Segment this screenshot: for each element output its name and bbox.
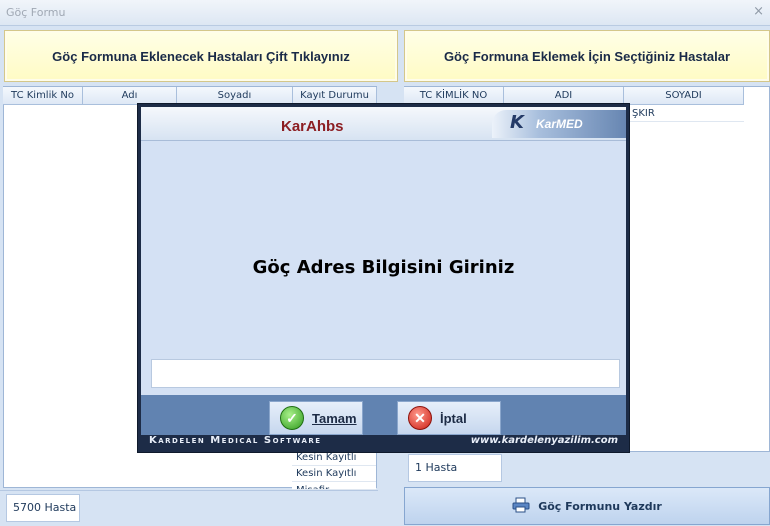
dialog-message: Göç Adres Bilgisini Giriniz [252,257,515,278]
close-icon[interactable]: × [753,4,764,19]
print-form-label: Göç Formunu Yazdır [538,499,662,513]
col-soyadi[interactable]: SOYADI [624,87,744,104]
print-form-button[interactable]: Göç Formunu Yazdır [404,487,770,525]
left-header-button[interactable]: Göç Formuna Eklenecek Hastaları Çift Tık… [4,30,398,82]
dialog-button-bar: ✓ Tamam ✕ İptal [141,395,626,437]
col-soyadi[interactable]: Soyadı [177,87,293,104]
ok-button[interactable]: ✓ Tamam [269,401,363,435]
address-input[interactable] [151,359,620,388]
right-patient-count: 1 Hasta [408,454,502,482]
dialog-header: KarAhbs K KarMED [141,107,626,141]
footer-company: Kardelen Medical Software [149,435,322,446]
window-titlebar: Göç Formu × [0,0,770,26]
dialog-title: KarAhbs [281,118,344,135]
col-kayit-durumu[interactable]: Kayıt Durumu [293,87,377,104]
right-grid-cell[interactable]: ŞKIR [624,106,744,122]
dialog-footer: Kardelen Medical Software www.kardelenya… [141,435,626,449]
left-patient-count: 5700 Hasta [6,494,80,522]
x-circle-icon: ✕ [408,406,432,430]
cancel-button[interactable]: ✕ İptal [397,401,501,435]
karmed-logo: K KarMED [492,110,626,138]
window-title: Göç Formu [6,6,66,19]
address-dialog: KarAhbs K KarMED Göç Adres Bilgisini Gir… [137,103,630,453]
ok-label: Tamam [312,410,357,426]
col-adi[interactable]: Adı [83,87,177,104]
check-circle-icon: ✓ [280,406,304,430]
footer-website: www.kardelenyazilim.com [470,435,618,446]
cancel-label: İptal [440,410,467,426]
printer-icon [512,497,530,516]
col-adi[interactable]: ADI [504,87,624,104]
col-tc-kimlik-no[interactable]: TC Kimlik No [3,87,83,104]
left-grid-cell[interactable]: Misafir [292,482,376,490]
right-header-button[interactable]: Göç Formuna Eklemek İçin Seçtiğiniz Hast… [404,30,770,82]
col-tc-kimlik-no[interactable]: TC KİMLİK NO [404,87,504,104]
left-grid-cell[interactable]: Kesin Kayıtlı [292,466,376,482]
